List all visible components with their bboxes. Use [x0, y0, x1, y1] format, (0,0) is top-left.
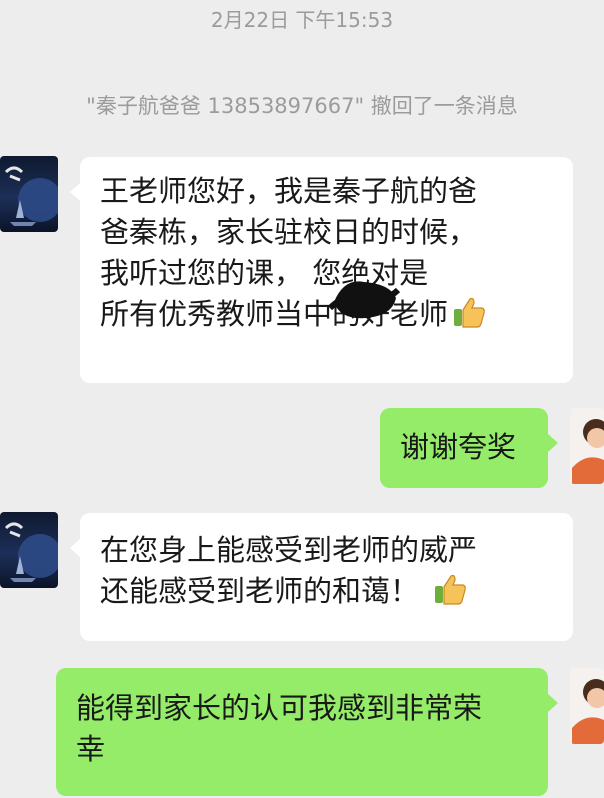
message-line: 能得到家长的认可我感到非常荣 [76, 691, 483, 725]
parent-avatar[interactable] [0, 512, 58, 588]
chat-timestamp: 2月22日 下午15:53 [210, 8, 394, 32]
thumbs-up-icon [452, 295, 486, 329]
message-line: 还能感受到老师的和蔼！ [100, 571, 573, 612]
message-bubble-2[interactable]: 谢谢夸奖 [380, 408, 558, 488]
self-avatar[interactable] [570, 408, 604, 484]
message-line: 在您身上能感受到老师的威严 [100, 533, 478, 567]
message-line: 谢谢夸奖 [400, 430, 517, 464]
message-line: 王老师您好，我是秦子航的爸 [100, 174, 478, 208]
message-line: 幸 [76, 732, 106, 766]
message-bubble-1[interactable]: 王老师您好，我是秦子航的爸 爸秦栋，家长驻校日的时候， 我听过您的课， 您绝对是… [70, 157, 573, 383]
recall-notice: "秦子航爸爸 13853897667" 撤回了一条消息 [86, 94, 518, 118]
message-line: 爸秦栋，家长驻校日的时候， [100, 215, 478, 249]
self-avatar[interactable] [570, 668, 604, 744]
message-bubble-3[interactable]: 在您身上能感受到老师的威严 还能感受到老师的和蔼！ [70, 513, 573, 641]
redaction-scribble [326, 272, 402, 324]
message-bubble-4[interactable]: 能得到家长的认可我感到非常荣 幸 [56, 668, 558, 796]
thumbs-up-icon [433, 572, 467, 606]
parent-avatar[interactable] [0, 156, 58, 232]
